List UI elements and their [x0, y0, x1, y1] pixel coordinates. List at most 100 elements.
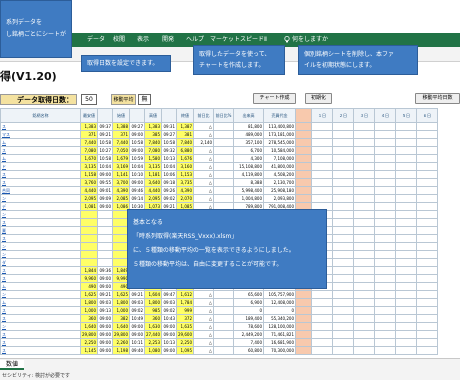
table-cell[interactable]: 27,440	[144, 330, 162, 339]
table-cell[interactable]	[374, 202, 396, 211]
table-cell[interactable]: 10:58	[97, 154, 113, 163]
table-cell[interactable]: 09:36	[97, 266, 113, 275]
table-cell[interactable]	[374, 314, 396, 323]
table-cell[interactable]: 385	[144, 130, 162, 139]
table-cell[interactable]	[213, 322, 234, 331]
table-cell[interactable]	[311, 178, 333, 187]
table-cell[interactable]: 2,250	[176, 338, 194, 347]
table-cell[interactable]	[295, 322, 312, 331]
table-cell[interactable]	[311, 154, 333, 163]
table-cell[interactable]: 09:13	[97, 306, 113, 315]
table-cell[interactable]	[311, 146, 333, 155]
table-cell[interactable]	[213, 298, 234, 307]
table-cell[interactable]	[353, 138, 375, 147]
tab-view[interactable]: 表示	[137, 33, 149, 47]
table-cell[interactable]	[353, 322, 375, 331]
table-cell[interactable]: ン	[0, 322, 81, 331]
table-cell[interactable]	[395, 178, 417, 187]
table-cell[interactable]	[416, 210, 438, 219]
table-cell[interactable]: 382	[112, 314, 130, 323]
table-cell[interactable]	[374, 346, 396, 355]
table-row[interactable]: 合同 4,440 09:01 4,390 09:46 4,440 09:26 4,390 △ 5,…	[0, 186, 438, 195]
table-cell[interactable]: 1,080	[144, 346, 162, 355]
table-cell[interactable]: 1,158	[80, 170, 98, 179]
table-cell[interactable]	[374, 330, 396, 339]
table-cell[interactable]: ン	[0, 250, 81, 259]
table-cell[interactable]: 113,400,800	[263, 122, 296, 131]
table-cell[interactable]: 09:03	[161, 298, 177, 307]
table-cell[interactable]	[332, 338, 354, 347]
table-cell[interactable]: 3,160	[176, 162, 194, 171]
table-cell[interactable]: 65,600	[233, 290, 264, 299]
table-cell[interactable]	[213, 146, 234, 155]
table-cell[interactable]: 2,250	[80, 338, 98, 347]
table-cell[interactable]: 4,390	[176, 186, 194, 195]
table-cell[interactable]: 09:18	[161, 178, 177, 187]
table-cell[interactable]: 29,800	[80, 330, 98, 339]
table-cell[interactable]: 09:00	[129, 130, 145, 139]
table-cell[interactable]: 09:02	[161, 306, 177, 315]
table-cell[interactable]: 09:21	[97, 290, 113, 299]
table-cell[interactable]	[332, 330, 354, 339]
table-cell[interactable]	[213, 162, 234, 171]
table-cell[interactable]	[332, 306, 354, 315]
table-cell[interactable]: 09:21	[97, 130, 113, 139]
table-cell[interactable]	[332, 274, 354, 283]
table-cell[interactable]: 1,145	[80, 346, 98, 355]
table-cell[interactable]: ス	[0, 234, 81, 243]
table-cell[interactable]: ス	[0, 330, 81, 339]
table-cell[interactable]: 09:26	[161, 186, 177, 195]
table-cell[interactable]	[395, 314, 417, 323]
table-cell[interactable]: 60,800	[233, 346, 264, 355]
table-cell[interactable]: 09:21	[129, 290, 145, 299]
table-cell[interactable]: 1,844	[80, 266, 98, 275]
table-cell[interactable]	[416, 122, 438, 131]
table-cell[interactable]: マス	[0, 130, 81, 139]
table-cell[interactable]	[374, 250, 396, 259]
table-cell[interactable]	[213, 314, 234, 323]
table-cell[interactable]	[395, 170, 417, 179]
table-cell[interactable]	[80, 218, 98, 227]
table-cell[interactable]	[374, 154, 396, 163]
table-cell[interactable]: 3,169	[112, 162, 130, 171]
table-cell[interactable]: ス	[0, 170, 81, 179]
table-cell[interactable]	[80, 258, 98, 267]
table-cell[interactable]: 371	[112, 130, 130, 139]
table-cell[interactable]: 7,840	[144, 138, 162, 147]
table-cell[interactable]: 09:46	[129, 186, 145, 195]
table-cell[interactable]	[353, 330, 375, 339]
table-cell[interactable]	[311, 186, 333, 195]
table-cell[interactable]	[395, 122, 417, 131]
table-cell[interactable]	[213, 186, 234, 195]
table-cell[interactable]	[311, 138, 333, 147]
table-row[interactable]: ス 3,760 09:55 3,700 09:00 3,640 09:18 3,735 △ 8,3…	[0, 178, 438, 187]
table-cell[interactable]	[213, 346, 234, 355]
table-cell[interactable]	[374, 274, 396, 283]
table-cell[interactable]: 7,050	[112, 146, 130, 155]
table-cell[interactable]: 1,000	[112, 306, 130, 315]
table-cell[interactable]	[374, 298, 396, 307]
table-cell[interactable]	[353, 282, 375, 291]
table-cell[interactable]: 3,135	[144, 162, 162, 171]
table-cell[interactable]	[416, 330, 438, 339]
table-cell[interactable]: 10:11	[129, 338, 145, 347]
table-cell[interactable]	[395, 186, 417, 195]
table-cell[interactable]	[395, 146, 417, 155]
table-cell[interactable]: 55,340,200	[263, 314, 296, 323]
table-cell[interactable]	[80, 234, 98, 243]
table-cell[interactable]: 10:27	[97, 146, 113, 155]
table-cell[interactable]	[353, 170, 375, 179]
table-cell[interactable]: 25,908,180	[263, 186, 296, 195]
table-cell[interactable]: ス	[0, 338, 81, 347]
table-cell[interactable]	[332, 138, 354, 147]
table-cell[interactable]	[332, 218, 354, 227]
table-cell[interactable]: 業	[0, 226, 81, 235]
table-cell[interactable]	[311, 130, 333, 139]
table-cell[interactable]: 1,198	[112, 346, 130, 355]
table-cell[interactable]: 1,676	[176, 154, 194, 163]
table-cell[interactable]	[80, 210, 98, 219]
table-cell[interactable]	[395, 202, 417, 211]
table-cell[interactable]: 09:01	[97, 186, 113, 195]
table-cell[interactable]: 10:43	[161, 314, 177, 323]
table-cell[interactable]: △	[193, 290, 214, 299]
